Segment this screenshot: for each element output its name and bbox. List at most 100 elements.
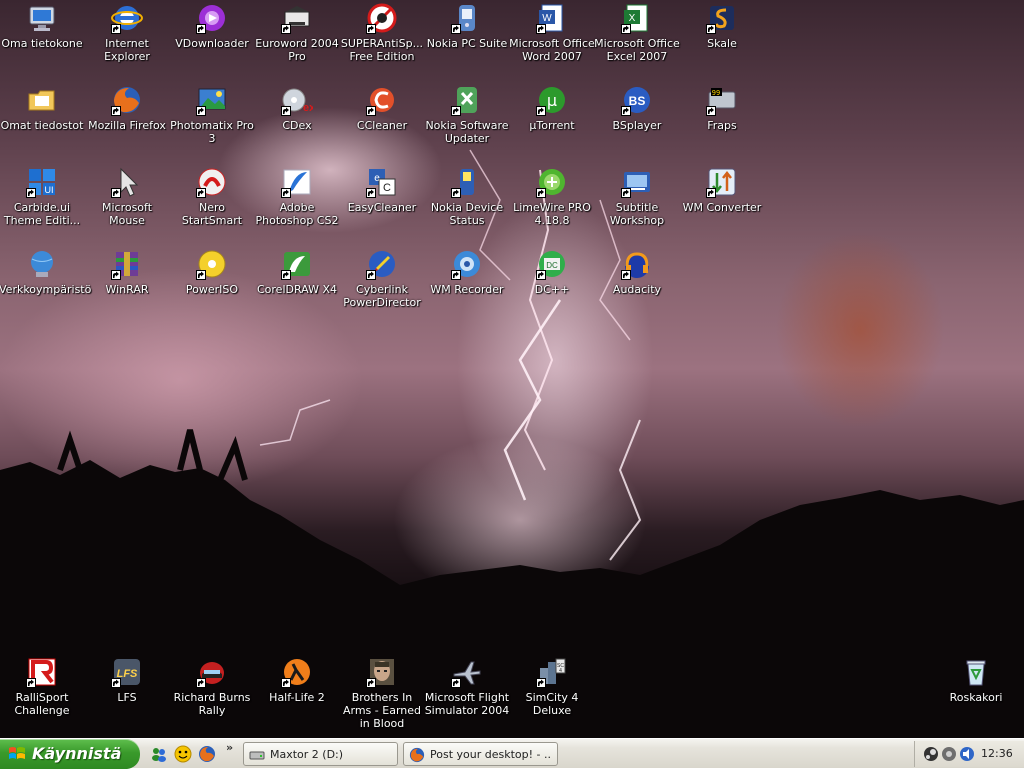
clock[interactable]: 12:36 [981, 747, 1013, 760]
svg-text:DC: DC [546, 261, 558, 270]
winrar-icon [111, 248, 143, 280]
fraps-icon: 99 [706, 84, 738, 116]
desktop-icon-wm-recorder[interactable]: WM Recorder [424, 248, 510, 296]
desktop-icon-excel[interactable]: X Microsoft Office Excel 2007 [594, 2, 680, 63]
desktop-icon-ccleaner[interactable]: CCleaner [339, 84, 425, 132]
shortcut-arrow-icon [536, 678, 546, 688]
desktop-icon-computer[interactable]: Oma tietokone [0, 2, 85, 50]
quick-launch-more-button[interactable]: » [226, 741, 233, 754]
desktop-icon-flight-simulator[interactable]: Microsoft Flight Simulator 2004 [424, 656, 510, 717]
desktop-icon-recycle-bin[interactable]: Roskakori [933, 656, 1019, 704]
shortcut-arrow-icon [451, 678, 461, 688]
easycleaner-icon: eC [366, 166, 398, 198]
nero-icon [196, 166, 228, 198]
desktop-icon-photoshop[interactable]: Adobe Photoshop CS2 [254, 166, 340, 227]
msn-messenger-icon[interactable] [150, 745, 168, 763]
limewire-icon [536, 166, 568, 198]
desktop-icon-label: Microsoft Mouse [101, 201, 153, 227]
steam-icon[interactable] [923, 746, 939, 762]
desktop-icon-network[interactable]: Verkkoympäristö [0, 248, 91, 296]
task-button-post-your-desktop[interactable]: Post your desktop! - ... [403, 742, 558, 766]
desktop-icon-superantispyware[interactable]: SUPERAntiSp... Free Edition [339, 2, 425, 63]
shortcut-arrow-icon [111, 678, 121, 688]
desktop-icon-firefox[interactable]: Mozilla Firefox [84, 84, 170, 132]
shortcut-arrow-icon [536, 188, 546, 198]
desktop-icon-label: CorelDRAW X4 [256, 283, 337, 296]
start-button[interactable]: Käynnistä [0, 739, 140, 769]
desktop-icon-label: µTorrent [529, 119, 575, 132]
desktop-icon-nokia-updater[interactable]: Nokia Software Updater [424, 84, 510, 145]
desktop-icon-label: LFS [117, 691, 137, 704]
desktop-icon-utorrent[interactable]: µ µTorrent [509, 84, 595, 132]
subtitle-workshop-icon [621, 166, 653, 198]
desktop-icon-dcpp[interactable]: DC DC++ [509, 248, 595, 296]
desktop-icon-photomatix[interactable]: Photomatix Pro 3 [169, 84, 255, 145]
shortcut-arrow-icon [196, 678, 206, 688]
wm-converter-icon [706, 166, 738, 198]
desktop-icon-powerdirector[interactable]: Cyberlink PowerDirector [339, 248, 425, 309]
desktop-icon-label: Subtitle Workshop [609, 201, 665, 227]
desktop-icon-vdownloader[interactable]: VDownloader [169, 2, 255, 50]
shortcut-arrow-icon [366, 270, 376, 280]
yahoo-messenger-icon[interactable] [174, 745, 192, 763]
desktop-icon-poweriso[interactable]: PowerISO [169, 248, 255, 296]
desktop-icon-label: CDex [282, 119, 312, 132]
desktop-icon-carbide-ui[interactable]: UI Carbide.ui Theme Editi... [0, 166, 85, 227]
richard-burns-icon [196, 656, 228, 688]
svg-text:W: W [542, 13, 552, 24]
desktop-icon-bsplayer[interactable]: BS BSplayer [594, 84, 680, 132]
internet-explorer-icon [111, 2, 143, 34]
desktop-icon-euroword[interactable]: Euroword 2004 Pro [254, 2, 340, 63]
volume-icon[interactable] [959, 746, 975, 762]
desktop-icon-cdex[interactable]: ex CDex [254, 84, 340, 132]
shortcut-arrow-icon [536, 270, 546, 280]
desktop-icon-fraps[interactable]: 99 Fraps [679, 84, 765, 132]
desktop-icon-mouse[interactable]: Microsoft Mouse [84, 166, 170, 227]
desktop-icon-label: WM Converter [682, 201, 762, 214]
desktop-icon-audacity[interactable]: Audacity [594, 248, 680, 296]
desktop-icon-nokia-pc-suite[interactable]: Nokia PC Suite [424, 2, 510, 50]
desktop-icon-label: Brothers In Arms - Earned in Blood [342, 691, 421, 730]
desktop-icon-label: VDownloader [175, 37, 249, 50]
network-tray-icon[interactable] [941, 746, 957, 762]
desktop-icon-my-documents[interactable]: Omat tiedostot [0, 84, 85, 132]
desktop-icon-label: Cyberlink PowerDirector [343, 283, 421, 309]
desktop-icon-coreldraw[interactable]: CorelDRAW X4 [254, 248, 340, 296]
desktop-icon-half-life-2[interactable]: Half-Life 2 [254, 656, 340, 704]
desktop-icon-subtitle-workshop[interactable]: Subtitle Workshop [594, 166, 680, 227]
desktop-icon-word[interactable]: W Microsoft Office Word 2007 [509, 2, 595, 63]
desktop-icon-brothers-in-arms[interactable]: Brothers In Arms - Earned in Blood [339, 656, 425, 730]
ccleaner-icon [366, 84, 398, 116]
desktop-icon-skale[interactable]: Skale [679, 2, 765, 50]
desktop-icon-lfs[interactable]: LFS LFS [84, 656, 170, 704]
cdex-icon: ex [281, 84, 313, 116]
flight-simulator-icon [451, 656, 483, 688]
shortcut-arrow-icon [111, 188, 121, 198]
desktop-icon-nero[interactable]: Nero StartSmart [169, 166, 255, 227]
shortcut-arrow-icon [196, 270, 206, 280]
desktop-icon-nokia-device[interactable]: Nokia Device Status [424, 166, 510, 227]
svg-text:4: 4 [559, 668, 562, 674]
desktop[interactable]: Oma tietokone Internet Explorer VDownloade… [0, 0, 1024, 738]
desktop-icon-easycleaner[interactable]: e C EasyCleaner [339, 166, 425, 214]
superantispyware-icon [366, 2, 398, 34]
desktop-icon-label: Photomatix Pro 3 [170, 119, 254, 145]
shortcut-arrow-icon [111, 106, 121, 116]
desktop-icon-limewire[interactable]: LimeWire PRO 4.18.8 [509, 166, 595, 227]
desktop-icon-label: Euroword 2004 Pro [255, 37, 339, 63]
desktop-icon-rallisport[interactable]: RalliSport Challenge [0, 656, 85, 717]
desktop-icon-wm-converter[interactable]: WM Converter [679, 166, 765, 214]
task-button-maxtor[interactable]: Maxtor 2 (D:) [243, 742, 398, 766]
nokia-updater-icon [451, 84, 483, 116]
desktop-icon-label: DC++ [534, 283, 570, 296]
mouse-icon [111, 166, 143, 198]
desktop-icon-richard-burns[interactable]: Richard Burns Rally [169, 656, 255, 717]
svg-text:e: e [374, 173, 380, 184]
desktop-icon-simcity[interactable]: SC 4 SimCity 4 Deluxe [509, 656, 595, 717]
desktop-icon-internet-explorer[interactable]: Internet Explorer [84, 2, 170, 63]
desktop-icon-label: Nokia Device Status [430, 201, 504, 227]
poweriso-icon [196, 248, 228, 280]
firefox-icon[interactable] [198, 745, 216, 763]
desktop-icon-winrar[interactable]: WinRAR [84, 248, 170, 296]
shortcut-arrow-icon [366, 24, 376, 34]
